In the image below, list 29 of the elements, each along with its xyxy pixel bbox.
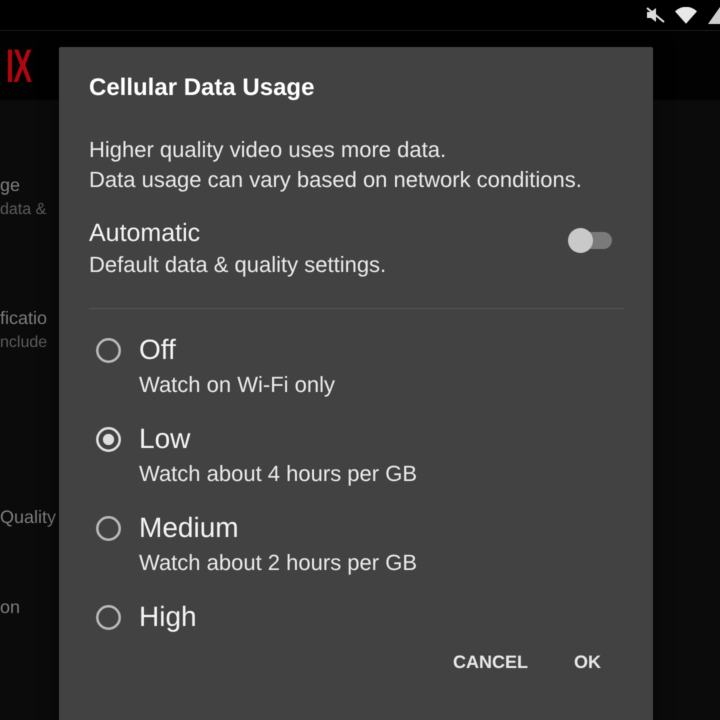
- setting-title: ge: [0, 174, 22, 197]
- dialog-button[interactable]: OK: [566, 644, 609, 680]
- radio-button[interactable]: [96, 338, 121, 362]
- radio-button[interactable]: [96, 426, 121, 452]
- toggle-switch[interactable]: [568, 228, 612, 253]
- setting-subtitle: data &: [0, 200, 48, 220]
- setting-title: on: [0, 596, 22, 619]
- radio-button[interactable]: [96, 516, 121, 540]
- wifi-icon: [675, 6, 697, 24]
- option-label: Medium: [139, 511, 239, 545]
- option-label: High: [139, 600, 197, 634]
- dialog-button[interactable]: CANCEL: [445, 644, 536, 680]
- setting-title: ficatio: [0, 307, 48, 330]
- signal-icon: [708, 6, 720, 24]
- dialog-title: Cellular Data Usage: [89, 73, 316, 103]
- automatic-label: Automatic: [89, 218, 202, 248]
- radio-button[interactable]: [96, 604, 121, 630]
- setting-subtitle: nclude: [0, 333, 48, 353]
- app-logo: IX: [6, 44, 32, 88]
- option-label: Off: [139, 333, 176, 367]
- option-description: Watch on Wi-Fi only: [139, 371, 336, 399]
- option-description: Watch about 4 hours per GB: [139, 460, 418, 488]
- option-label: Low: [139, 422, 190, 456]
- muted-speaker-icon: [645, 7, 665, 23]
- automatic-description: Default data & quality settings.: [89, 251, 386, 279]
- dialog-description: Higher quality video uses more data.: [89, 136, 448, 164]
- dialog-description: Data usage can vary based on network conditions.: [89, 166, 583, 194]
- option-description: Watch about 2 hours per GB: [139, 549, 418, 577]
- setting-title: Quality: [0, 506, 58, 529]
